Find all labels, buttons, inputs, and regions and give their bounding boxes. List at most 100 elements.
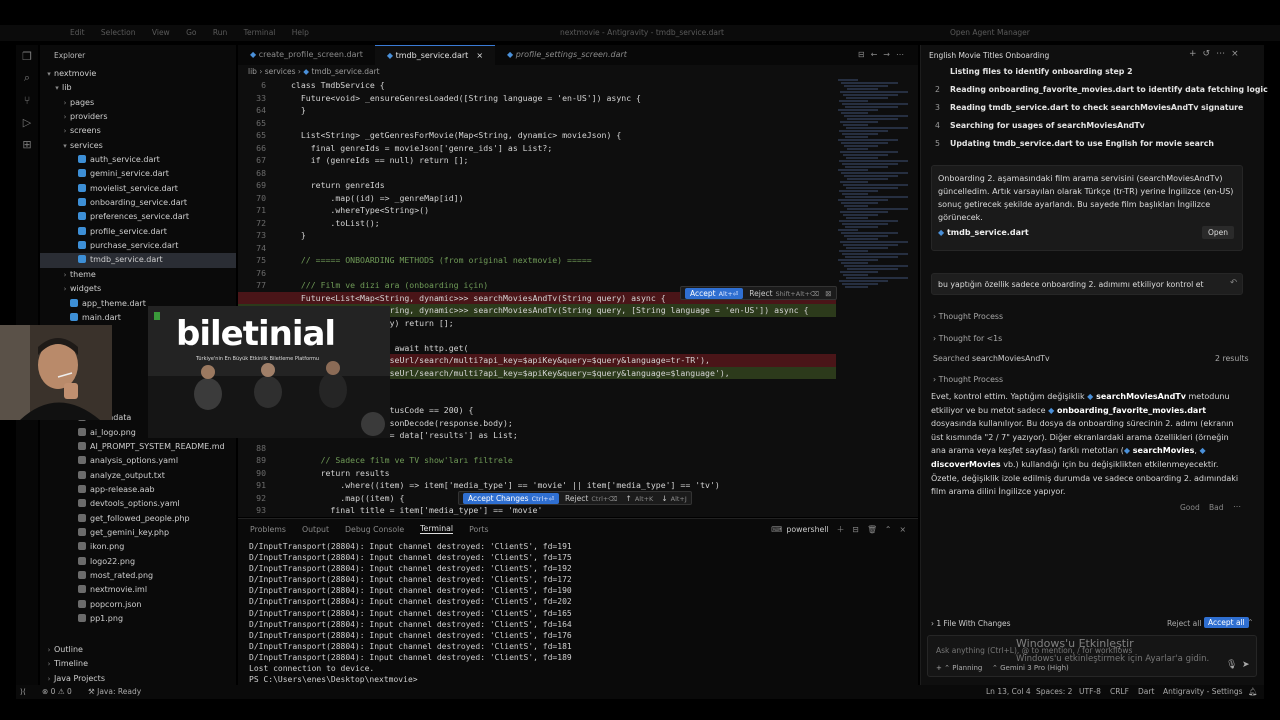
step-item[interactable]: 3 Reading tmdb_service.dart to check sear… [935, 103, 1243, 112]
code-line[interactable]: 76 [238, 267, 836, 280]
settings-status[interactable]: Antigravity - Settings [1163, 685, 1243, 699]
split-terminal-icon[interactable]: ⊟ [852, 525, 859, 534]
step-item[interactable]: 5 Updating tmdb_service.dart to use Engli… [935, 139, 1214, 148]
menu-help[interactable]: Help [292, 28, 309, 37]
undo-icon[interactable]: ↶ [1230, 278, 1237, 288]
source-control-icon[interactable]: ⑂ [16, 89, 38, 111]
open-agent-manager[interactable]: Open Agent Manager [950, 28, 1030, 37]
close-icon[interactable]: × [476, 51, 483, 60]
language-mode[interactable]: Dart [1138, 685, 1154, 699]
next-change-button[interactable]: ↓ Alt+J [661, 494, 686, 503]
code-line[interactable]: 67 if (genreIds == null) return []; [238, 154, 836, 167]
code-line[interactable]: 70 .map((id) => _genreMap[id]) [238, 192, 836, 205]
menu-run[interactable]: Run [213, 28, 227, 37]
previous-change-button[interactable]: ↑ Alt+K [626, 494, 654, 503]
code-line[interactable]: 91 .where((item) => item['media_type'] =… [238, 479, 836, 492]
tree-folder[interactable]: › widgets [40, 282, 236, 296]
reject-all-button[interactable]: Reject all [1167, 619, 1201, 628]
cursor-position[interactable]: Ln 13, Col 4 [986, 685, 1031, 699]
tree-file[interactable]: pp1.png [40, 612, 236, 626]
java-status[interactable]: ⚒ Java: Ready [88, 685, 141, 699]
open-file-button[interactable]: Open [1202, 226, 1235, 239]
section-timeline[interactable]: › Timeline [40, 657, 236, 671]
code-line[interactable]: 74 [238, 242, 836, 255]
remote-icon[interactable]: ⟩⟨ [20, 685, 26, 699]
tree-file[interactable]: ikon.png [40, 540, 236, 554]
tree-file[interactable]: gemini_service.dart [40, 167, 236, 181]
tree-file[interactable]: tmdb_service.dart [40, 253, 236, 268]
tree-root[interactable]: ▾ nextmovie [40, 67, 236, 81]
menu-go[interactable]: Go [186, 28, 196, 37]
forward-icon[interactable]: → [883, 50, 896, 59]
microphone-icon[interactable]: 🎙︎ [1226, 660, 1237, 670]
tab-ports[interactable]: Ports [469, 525, 489, 534]
add-icon[interactable]: + [1189, 49, 1203, 59]
close-icon[interactable]: × [1231, 49, 1245, 59]
accept-all-button[interactable]: Accept all [1204, 617, 1249, 628]
tab-problems[interactable]: Problems [250, 525, 286, 534]
tree-folder[interactable]: ▾ services [40, 139, 236, 153]
code-line[interactable]: 65 [238, 117, 836, 130]
tab-output[interactable]: Output [302, 525, 329, 534]
tree-folder[interactable]: › screens [40, 124, 236, 138]
code-line[interactable]: 90 return results [238, 467, 836, 480]
tab-create-profile-screen[interactable]: ◆ create_profile_screen.dart [238, 45, 375, 65]
code-line[interactable]: 65 List<String> _getGenresForMovie(Map<S… [238, 129, 836, 142]
code-line[interactable]: 89 // Sadece film ve TV show'ları filtre… [238, 454, 836, 467]
tree-file[interactable]: preferences_service.dart [40, 210, 236, 224]
tree-file[interactable]: analyze_output.txt [40, 469, 236, 483]
menu-edit[interactable]: Edit [70, 28, 85, 37]
code-line[interactable]: 75 // ===== ONBOARDING METHODS (from ori… [238, 254, 836, 267]
search-icon[interactable]: ⌕ [16, 67, 38, 89]
encoding[interactable]: UTF-8 [1079, 685, 1101, 699]
code-line[interactable]: 88 [238, 442, 836, 455]
bell-icon[interactable]: 🔔︎ [1248, 685, 1258, 699]
tree-file[interactable]: analysis_options.yaml [40, 454, 236, 468]
search-result-row[interactable]: Searched searchMoviesAndTv [933, 354, 1050, 363]
step-item[interactable]: 4 Searching for usages of searchMoviesAnd… [935, 121, 1145, 130]
thought-process-toggle[interactable]: › Thought Process [933, 375, 1003, 384]
code-chip[interactable]: ◆ searchMoviesAndTv [1087, 392, 1186, 401]
code-line[interactable]: 73 } [238, 229, 836, 242]
tree-file[interactable]: profile_service.dart [40, 225, 236, 239]
file-chip[interactable]: ◆ tmdb_service.dart [938, 228, 1029, 237]
thought-duration-toggle[interactable]: › Thought for <1s [933, 334, 1002, 343]
menu-selection[interactable]: Selection [101, 28, 136, 37]
step-item[interactable]: 2 Reading onboarding_favorite_movies.dart… [935, 85, 1268, 94]
feedback-bad[interactable]: Bad [1209, 503, 1224, 512]
code-line[interactable]: 71 .whereType<String>() [238, 204, 836, 217]
inline-reject-button[interactable]: Reject Shift+Alt+⌫ [749, 289, 819, 298]
more-icon[interactable]: ⋯ [1233, 502, 1241, 511]
close-icon[interactable]: × [899, 525, 906, 534]
more-icon[interactable]: ⋯ [896, 50, 910, 59]
tree-file[interactable]: nextmovie.iml [40, 583, 236, 597]
tree-file[interactable]: get_followed_people.php [40, 512, 236, 526]
collapse-icon[interactable]: ⊠ [825, 289, 831, 298]
tree-file[interactable]: app-release.aab [40, 483, 236, 497]
minimap[interactable] [838, 79, 913, 509]
tree-file[interactable]: logo22.png [40, 555, 236, 569]
tree-folder[interactable]: › providers [40, 110, 236, 124]
run-debug-icon[interactable]: ▷ [16, 111, 38, 133]
tree-file[interactable]: popcorn.json [40, 598, 236, 612]
thought-process-toggle[interactable]: › Thought Process [933, 312, 1003, 321]
extensions-icon[interactable]: ⊞ [16, 133, 38, 155]
chevron-up-icon[interactable]: ⌃ [1247, 618, 1254, 627]
history-icon[interactable]: ↺ [1203, 49, 1217, 59]
menu-terminal[interactable]: Terminal [244, 28, 276, 37]
tree-file[interactable]: purchase_service.dart [40, 239, 236, 253]
code-line[interactable]: 93 final title = item['media_type'] == '… [238, 504, 836, 517]
breadcrumb-item[interactable]: lib [248, 67, 257, 76]
step-item[interactable]: Listing files to identify onboarding ste… [935, 67, 1133, 76]
terminal-output[interactable]: D/InputTransport(28804): Input channel d… [238, 539, 918, 685]
code-line[interactable]: 69 return genreIds [238, 179, 836, 192]
accept-changes-button[interactable]: Accept Changes Ctrl+⏎ [463, 492, 560, 504]
new-terminal-icon[interactable]: ＋ [837, 524, 845, 535]
code-line[interactable]: 6 class TmdbService { [238, 79, 836, 92]
code-line[interactable]: 64 } [238, 104, 836, 117]
inline-accept-button[interactable]: Accept Alt+⏎ [685, 287, 744, 299]
mode-selector[interactable]: + ⌃ Planning [936, 664, 982, 672]
files-icon[interactable]: ❐ [16, 45, 38, 67]
maximize-icon[interactable]: ⌃ [885, 525, 892, 534]
trash-icon[interactable]: 🗑 [867, 525, 877, 534]
